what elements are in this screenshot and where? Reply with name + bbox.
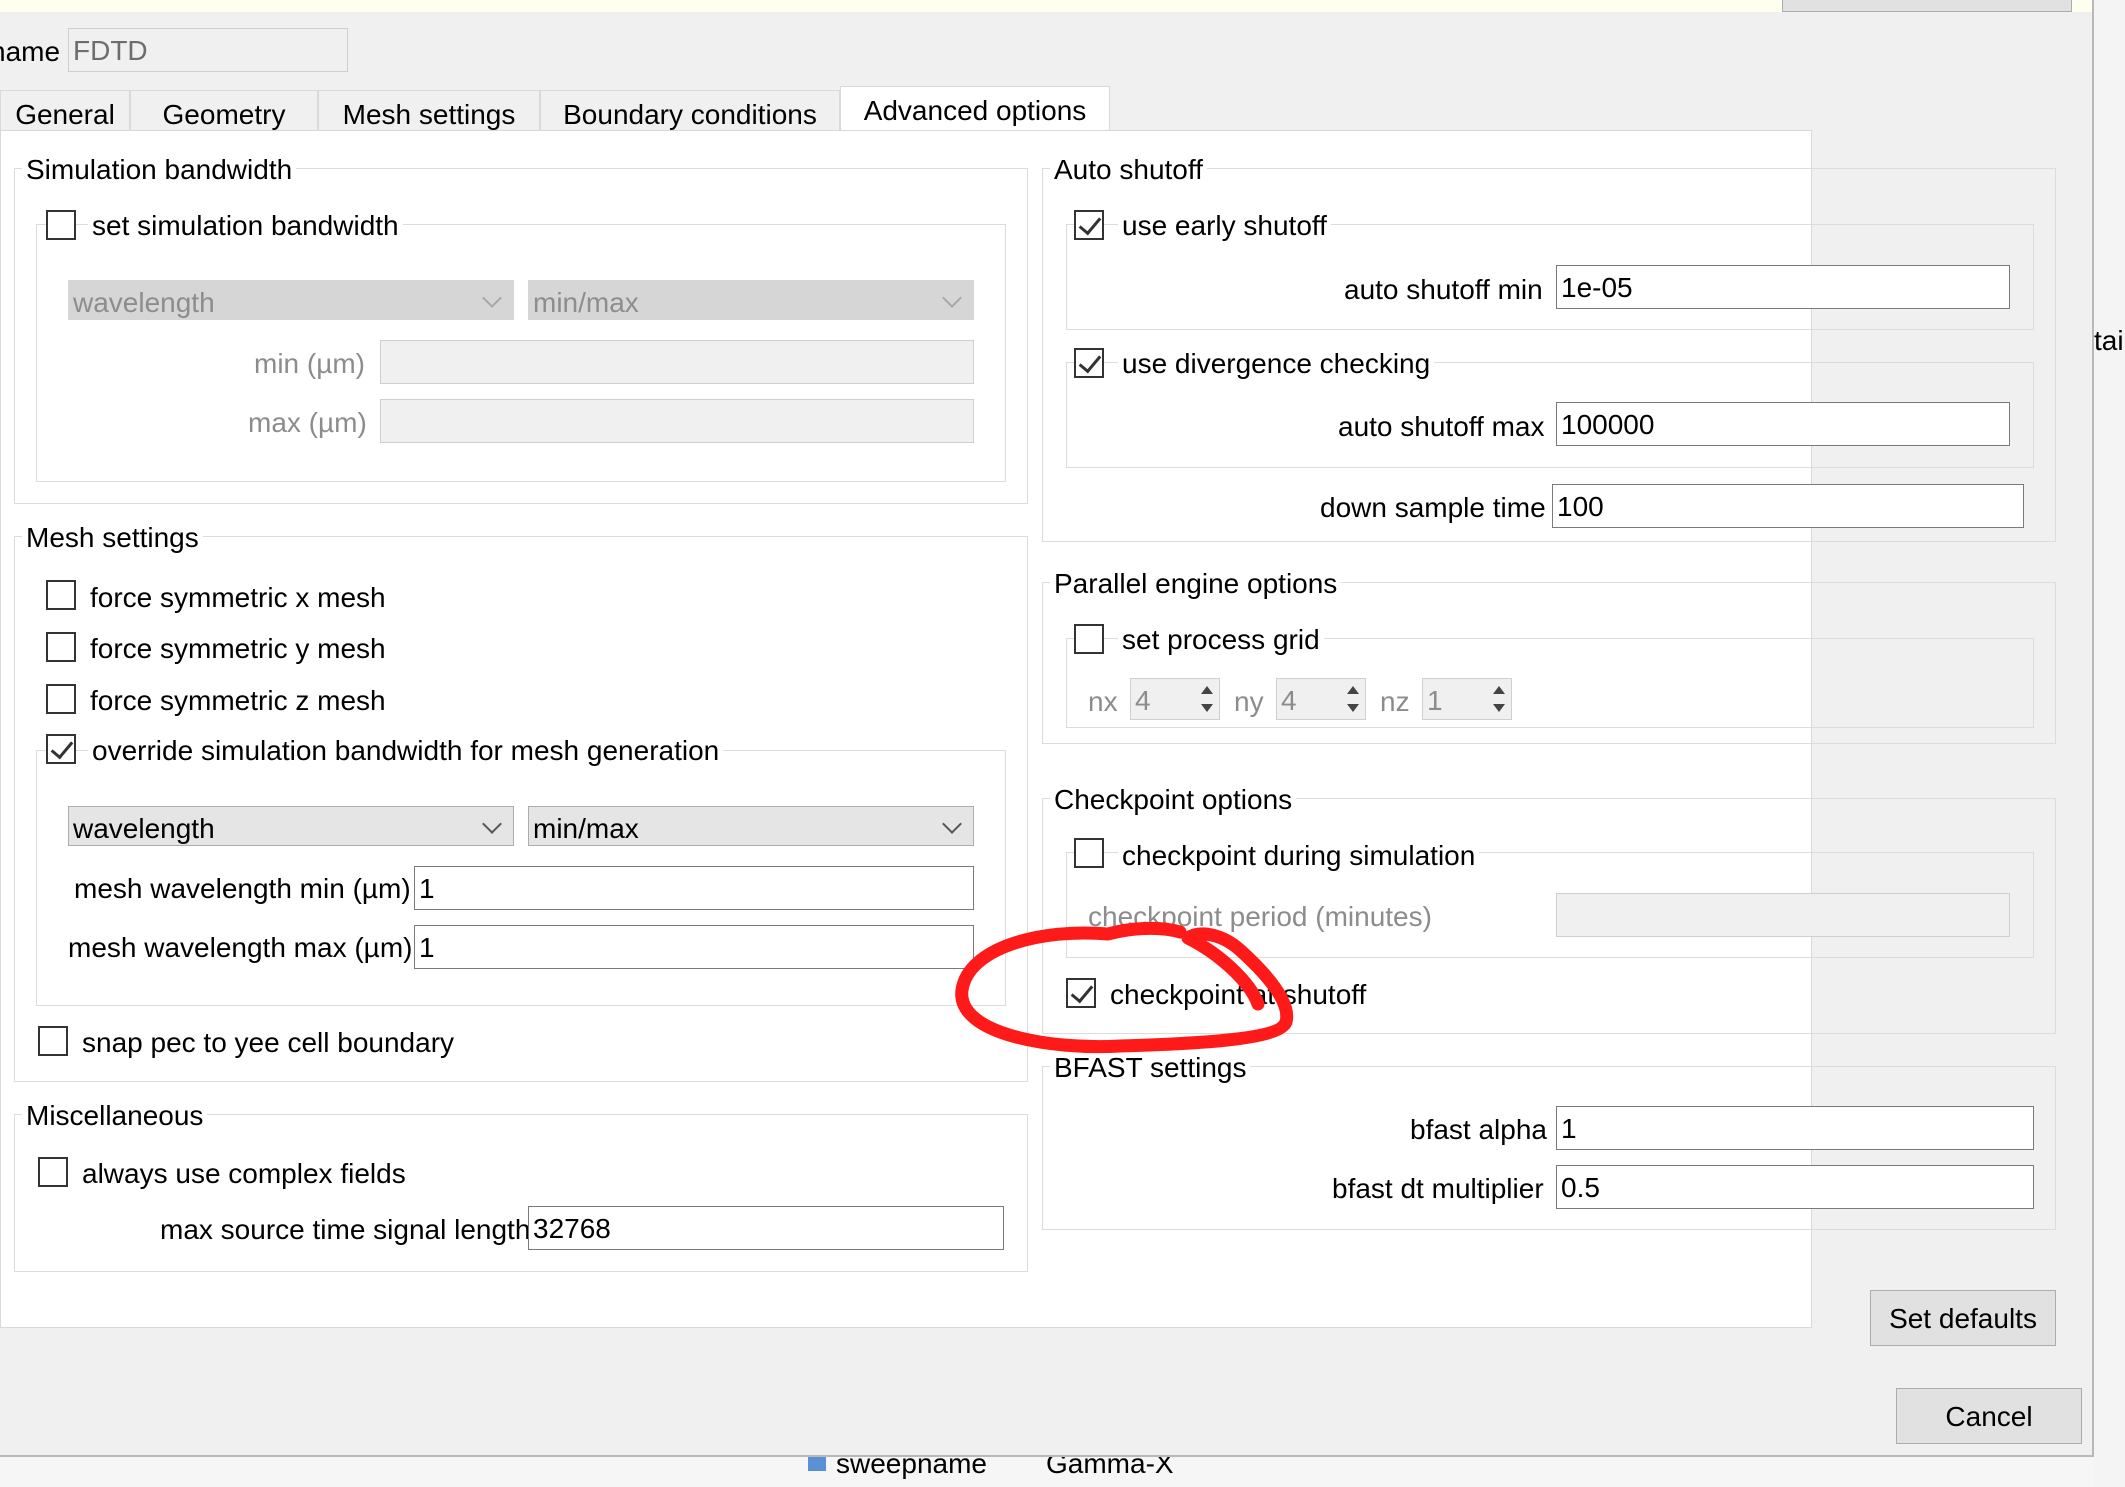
annotation-stroke	[955, 921, 1294, 1054]
annotation-circle	[955, 921, 1294, 1054]
